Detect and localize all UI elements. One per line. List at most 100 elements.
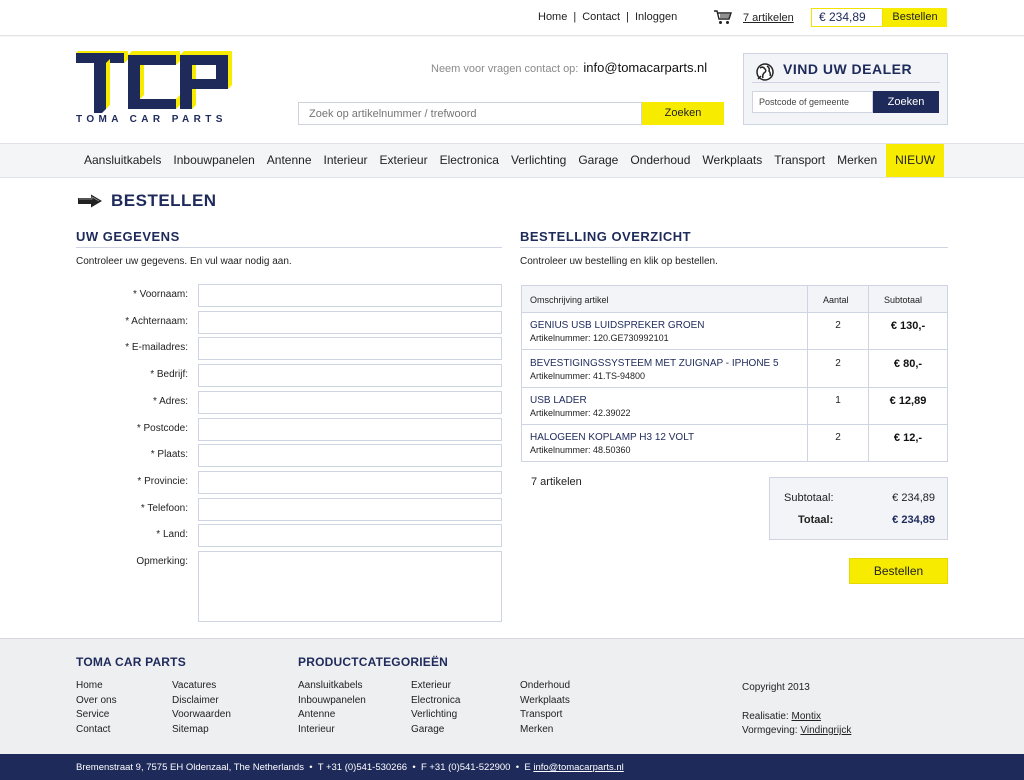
product-link[interactable]: BEVESTIGINGSSYSTEEM MET ZUIGNAP - IPHONE… [530, 358, 779, 369]
footer-link[interactable]: Vacatures [172, 679, 231, 694]
credit-link-montix[interactable]: Montix [791, 711, 820, 722]
footer-link[interactable]: Contact [76, 723, 117, 738]
footer-link[interactable]: Interieur [298, 723, 366, 738]
field-label: * Telefoon: [140, 503, 188, 514]
footer-link[interactable]: Sitemap [172, 723, 231, 738]
nav-item-werkplaats[interactable]: Werkplaats [696, 144, 768, 177]
telefoon-field[interactable] [198, 498, 502, 521]
footer-link[interactable]: Voorwaarden [172, 708, 231, 723]
footer-link[interactable]: Merken [520, 723, 570, 738]
product-link[interactable]: HALOGEEN KOPLAMP H3 12 VOLT [530, 432, 694, 443]
subtotal-value: € 234,89 [892, 492, 935, 504]
fax: F +31 (0)541-522900 [420, 762, 511, 773]
search-input[interactable] [298, 102, 642, 125]
dealer-search-button[interactable]: Zoeken [873, 91, 939, 113]
table-row: GENIUS USB LUIDSPREKER GROEN Artikelnumm… [522, 313, 947, 350]
form-row-adres: * Adres: [76, 391, 502, 414]
nav-item-garage[interactable]: Garage [572, 144, 624, 177]
address-bar: Bremenstraat 9, 7575 EH Oldenzaal, The N… [0, 754, 1024, 780]
divider [807, 286, 808, 461]
footer-link[interactable]: Disclaimer [172, 694, 231, 709]
email-field[interactable] [198, 337, 502, 360]
plaats-field[interactable] [198, 444, 502, 467]
nav-item-verlichting[interactable]: Verlichting [505, 144, 572, 177]
top-links: Home | Contact | Inloggen [538, 11, 677, 23]
dealer-postcode-input[interactable]: Postcode of gemeente [752, 91, 873, 113]
footer-link[interactable]: Werkplaats [520, 694, 570, 709]
form-row-land: * Land: [76, 524, 502, 547]
top-link-login[interactable]: Inloggen [635, 11, 677, 23]
separator: | [626, 11, 629, 23]
product-qty: 2 [835, 320, 841, 331]
footer-link[interactable]: Onderhoud [520, 679, 570, 694]
nav-item-inbouwpanelen[interactable]: Inbouwpanelen [167, 144, 260, 177]
details-intro: Controleer uw gegevens. En vul waar nodi… [76, 256, 292, 267]
product-link[interactable]: USB LADER [530, 395, 587, 406]
nav-item-electronica[interactable]: Electronica [434, 144, 505, 177]
order-table: Omschrijving artikel Aantal Subtotaal GE… [521, 285, 948, 462]
table-row: USB LADER Artikelnummer: 42.39022 1 € 12… [522, 388, 947, 425]
footer-link[interactable]: Electronica [411, 694, 460, 709]
totals-box: Subtotaal: € 234,89 Totaal: € 234,89 [769, 477, 948, 540]
footer-link[interactable]: Exterieur [411, 679, 460, 694]
product-sku: Artikelnummer: 42.39022 [530, 408, 631, 418]
field-label: * E-mailadres: [125, 342, 188, 353]
postcode-field[interactable] [198, 418, 502, 441]
nav-item-nieuw[interactable]: NIEUW [886, 144, 945, 177]
footer-link[interactable]: Over ons [76, 694, 117, 709]
bedrijf-field[interactable] [198, 364, 502, 387]
form-row-bedrijf: * Bedrijf: [76, 364, 502, 387]
adres-field[interactable] [198, 391, 502, 414]
nav-items: Aansluitkabels Inbouwpanelen Antenne Int… [78, 144, 945, 177]
footer-cat-col1: Aansluitkabels Inbouwpanelen Antenne Int… [298, 679, 366, 737]
field-label: * Plaats: [150, 449, 188, 460]
nav-item-aansluitkabels[interactable]: Aansluitkabels [78, 144, 167, 177]
credit-label: Vormgeving: [742, 725, 798, 736]
order-button[interactable]: Bestellen [849, 558, 948, 584]
footer-link[interactable]: Inbouwpanelen [298, 694, 366, 709]
land-field[interactable] [198, 524, 502, 547]
bullet: • [513, 762, 522, 773]
top-order-button[interactable]: Bestellen [883, 8, 947, 27]
divider [520, 247, 948, 248]
footer-link[interactable]: Transport [520, 708, 570, 723]
overview-intro: Controleer uw bestelling en klik op best… [520, 256, 718, 267]
footer-link[interactable]: Home [76, 679, 117, 694]
nav-item-exterieur[interactable]: Exterieur [374, 144, 434, 177]
main-nav: Aansluitkabels Inbouwpanelen Antenne Int… [0, 143, 1024, 178]
nav-item-transport[interactable]: Transport [768, 144, 831, 177]
footer-link[interactable]: Aansluitkabels [298, 679, 366, 694]
footer-email-link[interactable]: info@tomacarparts.nl [533, 762, 623, 773]
product-sku: Artikelnummer: 48.50360 [530, 445, 631, 455]
provincie-field[interactable] [198, 471, 502, 494]
nav-item-merken[interactable]: Merken [831, 144, 883, 177]
cart-count-link[interactable]: 7 artikelen [743, 12, 794, 24]
product-sku: Artikelnummer: 41.TS-94800 [530, 371, 646, 381]
footer-cat-col3: Onderhoud Werkplaats Transport Merken [520, 679, 570, 737]
product-qty: 1 [835, 395, 841, 406]
table-row: BEVESTIGINGSSYSTEEM MET ZUIGNAP - IPHONE… [522, 351, 947, 388]
email-prefix: E [524, 762, 531, 773]
top-link-home[interactable]: Home [538, 11, 567, 23]
footer-link[interactable]: Service [76, 708, 117, 723]
contact-email[interactable]: info@tomacarparts.nl [583, 60, 707, 75]
phone: T +31 (0)541-530266 [317, 762, 408, 773]
cart-icon[interactable] [713, 9, 733, 25]
achternaam-field[interactable] [198, 311, 502, 334]
voornaam-field[interactable] [198, 284, 502, 307]
footer-link[interactable]: Antenne [298, 708, 366, 723]
form-row-provincie: * Provincie: [76, 471, 502, 494]
opmerking-textarea[interactable] [198, 551, 502, 622]
cart-total: € 234,89 [811, 8, 883, 27]
top-link-contact[interactable]: Contact [582, 11, 620, 23]
nav-item-antenne[interactable]: Antenne [261, 144, 318, 177]
footer-link[interactable]: Verlichting [411, 708, 460, 723]
product-link[interactable]: GENIUS USB LUIDSPREKER GROEN [530, 320, 704, 331]
form-row-telefoon: * Telefoon: [76, 498, 502, 521]
nav-item-onderhoud[interactable]: Onderhoud [624, 144, 696, 177]
nav-item-interieur[interactable]: Interieur [318, 144, 374, 177]
footer-links-col2: Vacatures Disclaimer Voorwaarden Sitemap [172, 679, 231, 737]
search-button[interactable]: Zoeken [642, 102, 724, 125]
footer-link[interactable]: Garage [411, 723, 460, 738]
credit-link-vindingrijck[interactable]: Vindingrijck [800, 725, 851, 736]
